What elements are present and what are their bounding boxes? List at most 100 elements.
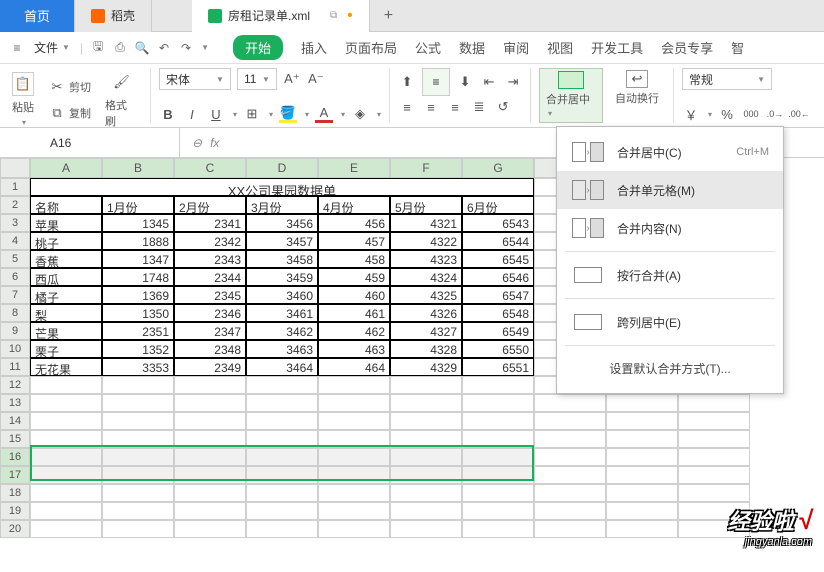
row-header[interactable]: 8 [0, 304, 30, 322]
cell[interactable] [102, 520, 174, 538]
cell[interactable]: 4328 [390, 340, 462, 358]
cell[interactable] [462, 520, 534, 538]
row-header[interactable]: 19 [0, 502, 30, 520]
cell[interactable] [678, 466, 750, 484]
cell[interactable]: 3462 [246, 322, 318, 340]
cell[interactable] [534, 502, 606, 520]
cell[interactable] [102, 430, 174, 448]
cell[interactable] [246, 484, 318, 502]
percent-button[interactable]: % [718, 105, 736, 123]
cell[interactable]: 6月份 [462, 196, 534, 214]
cell[interactable]: 4月份 [318, 196, 390, 214]
tab-shell[interactable]: 稻壳 [75, 0, 152, 32]
cell[interactable] [30, 394, 102, 412]
cell[interactable]: 463 [318, 340, 390, 358]
fill-color-button[interactable]: 🪣 [279, 105, 297, 123]
cell[interactable]: 1888 [102, 232, 174, 250]
cell[interactable] [462, 412, 534, 430]
merge-option[interactable]: ›合并内容(N) [557, 209, 783, 247]
cell[interactable] [534, 430, 606, 448]
cell[interactable]: 2351 [102, 322, 174, 340]
align-middle-icon[interactable]: ≡ [422, 68, 450, 96]
cell[interactable] [174, 466, 246, 484]
cell[interactable]: 3月份 [246, 196, 318, 214]
file-menu[interactable]: 文件▼ [30, 39, 74, 56]
cell[interactable] [318, 376, 390, 394]
cell[interactable] [678, 448, 750, 466]
merge-option[interactable]: 按行合并(A) [557, 256, 783, 294]
cell[interactable] [390, 394, 462, 412]
cell[interactable] [678, 412, 750, 430]
cell[interactable] [246, 520, 318, 538]
row-header[interactable]: 10 [0, 340, 30, 358]
align-justify-icon[interactable]: ≣ [470, 98, 488, 116]
decrease-font-icon[interactable]: A⁻ [307, 70, 325, 88]
cell[interactable] [606, 412, 678, 430]
cell[interactable]: 2341 [174, 214, 246, 232]
cell[interactable]: 1345 [102, 214, 174, 232]
cell[interactable] [462, 376, 534, 394]
col-header[interactable]: G [462, 158, 534, 178]
print-icon[interactable]: ⎙ [111, 39, 129, 57]
cell[interactable] [246, 466, 318, 484]
cell[interactable]: 2342 [174, 232, 246, 250]
cell[interactable] [390, 448, 462, 466]
cell[interactable]: 1369 [102, 286, 174, 304]
cell[interactable] [390, 484, 462, 502]
thousands-button[interactable]: 000 [742, 105, 760, 123]
cell[interactable]: 459 [318, 268, 390, 286]
cell[interactable]: 6550 [462, 340, 534, 358]
cell[interactable] [390, 520, 462, 538]
cell[interactable]: 5月份 [390, 196, 462, 214]
cell[interactable]: 460 [318, 286, 390, 304]
cell[interactable] [534, 484, 606, 502]
col-header[interactable]: A [30, 158, 102, 178]
cell[interactable] [606, 430, 678, 448]
cell[interactable] [102, 376, 174, 394]
cell[interactable]: 3456 [246, 214, 318, 232]
cell[interactable] [390, 430, 462, 448]
cell[interactable] [30, 520, 102, 538]
cell[interactable] [534, 412, 606, 430]
cell[interactable]: 3353 [102, 358, 174, 376]
tab-home[interactable]: 首页 [0, 0, 75, 32]
row-header[interactable]: 11 [0, 358, 30, 376]
align-right-icon[interactable]: ≡ [446, 98, 464, 116]
number-format-select[interactable]: 常规▼ [682, 68, 772, 90]
cell[interactable] [462, 394, 534, 412]
cell[interactable]: 3460 [246, 286, 318, 304]
paste-button[interactable]: 📋 粘贴▾ [8, 70, 38, 129]
ribbon-tab-layout[interactable]: 页面布局 [345, 38, 397, 57]
cell[interactable] [246, 502, 318, 520]
cell[interactable] [246, 394, 318, 412]
bold-button[interactable]: B [159, 105, 177, 123]
cell[interactable] [534, 448, 606, 466]
cell[interactable]: 芒果 [30, 322, 102, 340]
cell[interactable]: 3459 [246, 268, 318, 286]
cell[interactable]: 2344 [174, 268, 246, 286]
align-top-icon[interactable]: ⬆ [398, 73, 416, 91]
cell[interactable] [30, 430, 102, 448]
cell[interactable]: 3463 [246, 340, 318, 358]
painter-button[interactable]: 🖌 格式刷 [101, 68, 142, 131]
cell[interactable] [678, 484, 750, 502]
indent-right-icon[interactable]: ⇥ [504, 73, 522, 91]
cell[interactable] [102, 394, 174, 412]
cell[interactable]: 苹果 [30, 214, 102, 232]
col-header[interactable]: D [246, 158, 318, 178]
border-button[interactable]: ⊞ [243, 105, 261, 123]
cell[interactable]: 6549 [462, 322, 534, 340]
window-icon[interactable]: ⧉ [330, 10, 337, 21]
cell[interactable]: 6551 [462, 358, 534, 376]
cell[interactable] [606, 448, 678, 466]
cell[interactable]: 6548 [462, 304, 534, 322]
dec-inc-button[interactable]: .0→ [766, 105, 784, 123]
currency-button[interactable]: ￥ [682, 105, 700, 123]
cell[interactable] [174, 502, 246, 520]
row-header[interactable]: 3 [0, 214, 30, 232]
cell[interactable]: 3461 [246, 304, 318, 322]
cell[interactable] [606, 484, 678, 502]
cell[interactable]: 名称 [30, 196, 102, 214]
size-select[interactable]: 11▼ [237, 68, 277, 90]
cell[interactable] [174, 484, 246, 502]
